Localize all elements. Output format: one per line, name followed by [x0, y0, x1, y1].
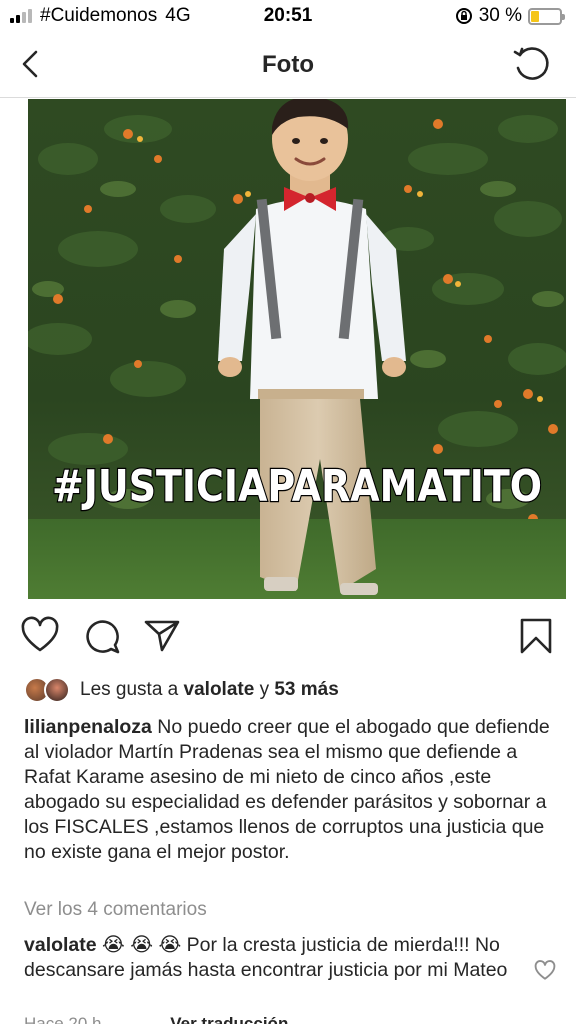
header: Foto	[0, 32, 576, 98]
page-title: Foto	[262, 51, 314, 78]
comment-like-button[interactable]	[534, 960, 556, 982]
post-caption: lilianpenaloza No puedo creer que el abo…	[24, 715, 554, 865]
orientation-lock-icon	[455, 8, 472, 24]
caption-text: No puedo creer que el abogado que defien…	[24, 716, 550, 863]
see-translation-link[interactable]: Ver traducción	[170, 1014, 288, 1024]
comment-time: Hace 20 h	[24, 1014, 102, 1024]
comment: valolate 😭 😭 😭 Por la cresta justicia de…	[24, 933, 524, 983]
status-right: 30 %	[455, 5, 565, 27]
likes-row[interactable]: Les gusta a valolate y 53 más	[24, 676, 339, 704]
post-photo[interactable]: #JUSTICIAPARAMATITO	[28, 99, 566, 599]
refresh-icon	[513, 47, 549, 80]
view-comments-link[interactable]: Ver los 4 comentarios	[24, 899, 207, 921]
liker-avatars	[24, 676, 74, 704]
image-overlay-text: #JUSTICIAPARAMATITO	[52, 461, 542, 512]
post-actions	[0, 612, 576, 660]
refresh-button[interactable]	[510, 42, 554, 86]
likes-user[interactable]: valolate	[184, 679, 255, 701]
battery-percent: 30 %	[478, 5, 522, 26]
caption-username[interactable]: lilianpenaloza	[24, 716, 152, 738]
comment-text: Por la cresta justicia de mierda!!! No d…	[24, 934, 508, 981]
comment-button[interactable]	[82, 616, 122, 656]
likes-count[interactable]: 53 más	[274, 679, 338, 701]
share-button[interactable]	[142, 616, 182, 656]
likes-connector: y	[259, 679, 270, 700]
comment-emojis: 😭 😭 😭	[102, 934, 182, 956]
save-button[interactable]	[516, 616, 556, 656]
comment-username[interactable]: valolate	[24, 934, 97, 956]
battery-icon	[528, 7, 565, 25]
status-bar: #Cuidemonos 4G 20:51 30 %	[0, 0, 576, 32]
comment-icon	[86, 620, 120, 654]
share-icon	[144, 620, 180, 652]
heart-icon	[21, 616, 59, 652]
post-image: #JUSTICIAPARAMATITO	[28, 99, 566, 599]
avatar	[44, 677, 70, 703]
comment-footer: Hace 20 h Ver traducción	[24, 1014, 288, 1024]
heart-icon	[534, 960, 556, 980]
bookmark-icon	[520, 618, 552, 654]
likes-prefix: Les gusta a	[80, 679, 179, 700]
like-button[interactable]	[20, 616, 60, 656]
